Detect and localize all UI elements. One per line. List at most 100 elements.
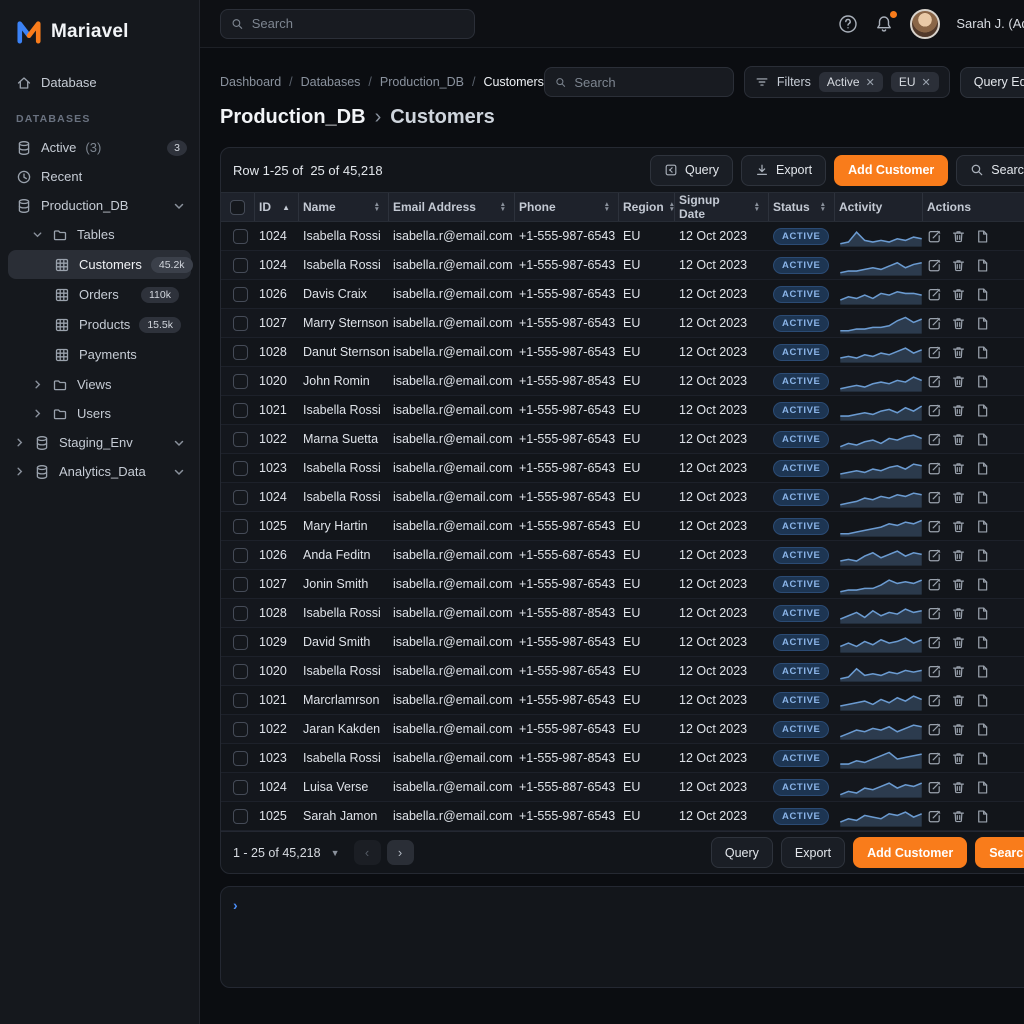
export-button[interactable]: Export [741, 155, 826, 186]
filter-chip-active[interactable]: Active ✕ [819, 72, 883, 92]
user-menu[interactable]: Sarah J. (Admin) [956, 16, 1024, 31]
delete-button[interactable] [951, 490, 966, 505]
delete-button[interactable] [951, 577, 966, 592]
edit-button[interactable] [927, 548, 942, 563]
table-row[interactable]: 1024 Isabella Rossi isabella.r@email.com… [221, 251, 1024, 280]
column-header-id[interactable]: ID ▲ [255, 193, 299, 221]
chevron-down-icon[interactable] [173, 200, 185, 212]
delete-button[interactable] [951, 403, 966, 418]
row-checkbox[interactable] [233, 751, 248, 766]
table-row[interactable]: 1024 Isabella Rossi isabella.r@email.com… [221, 483, 1024, 512]
edit-button[interactable] [927, 345, 942, 360]
page-search-input[interactable] [574, 75, 723, 90]
add-customer-button[interactable]: Add Customer [834, 155, 948, 186]
sidebar-item-users[interactable]: Users [0, 399, 199, 428]
query-button[interactable]: Query [650, 155, 733, 186]
document-button[interactable] [975, 287, 990, 302]
table-row[interactable]: 1029 David Smith isabella.r@email.com +1… [221, 628, 1024, 657]
edit-button[interactable] [927, 461, 942, 476]
edit-button[interactable] [927, 693, 942, 708]
row-checkbox[interactable] [233, 577, 248, 592]
global-search-input[interactable] [252, 16, 464, 31]
column-header-signup-date[interactable]: Signup Date ▲▼ [675, 193, 769, 221]
document-button[interactable] [975, 577, 990, 592]
delete-button[interactable] [951, 258, 966, 273]
table-row[interactable]: 1026 Anda Feditn isabella.r@email.com +1… [221, 541, 1024, 570]
row-checkbox[interactable] [233, 374, 248, 389]
page-size-dropdown[interactable]: ▼ [331, 848, 340, 858]
table-row[interactable]: 1023 Isabella Rossi isabella.r@email.com… [221, 744, 1024, 773]
row-checkbox[interactable] [233, 809, 248, 824]
document-button[interactable] [975, 635, 990, 650]
add-customer-button[interactable]: Add Customer [853, 837, 967, 868]
edit-button[interactable] [927, 432, 942, 447]
edit-button[interactable] [927, 229, 942, 244]
filter-chip-eu[interactable]: EU ✕ [891, 72, 939, 92]
select-all-checkbox[interactable] [230, 200, 245, 215]
global-search[interactable] [220, 9, 475, 39]
row-checkbox[interactable] [233, 519, 248, 534]
chevron-right-icon[interactable] [32, 408, 43, 419]
chevron-right-icon[interactable] [14, 437, 25, 448]
row-checkbox[interactable] [233, 664, 248, 679]
row-checkbox[interactable] [233, 345, 248, 360]
delete-button[interactable] [951, 432, 966, 447]
delete-button[interactable] [951, 751, 966, 766]
document-button[interactable] [975, 403, 990, 418]
document-button[interactable] [975, 490, 990, 505]
breadcrumb-databases[interactable]: Databases [301, 75, 361, 89]
sidebar-item-customers[interactable]: Customers 45.2k [8, 250, 191, 279]
row-checkbox[interactable] [233, 258, 248, 273]
delete-button[interactable] [951, 780, 966, 795]
sidebar-item-payments[interactable]: Payments [8, 340, 191, 369]
row-checkbox[interactable] [233, 316, 248, 331]
edit-button[interactable] [927, 751, 942, 766]
query-editor-button[interactable]: Query Editor [960, 67, 1024, 98]
sidebar-item-views[interactable]: Views [0, 370, 199, 399]
document-button[interactable] [975, 664, 990, 679]
console-prompt-chevron[interactable]: › [233, 897, 238, 913]
edit-button[interactable] [927, 316, 942, 331]
table-row[interactable]: 1025 Sarah Jamon isabella.r@email.com +1… [221, 802, 1024, 831]
user-avatar[interactable] [910, 9, 940, 39]
document-button[interactable] [975, 751, 990, 766]
edit-button[interactable] [927, 577, 942, 592]
table-row[interactable]: 1024 Luisa Verse isabella.r@email.com +1… [221, 773, 1024, 802]
chevron-right-icon[interactable] [32, 379, 43, 390]
next-page-button[interactable]: › [387, 840, 414, 865]
table-row[interactable]: 1021 Marcrlamrson isabella.r@email.com +… [221, 686, 1024, 715]
delete-button[interactable] [951, 345, 966, 360]
table-row[interactable]: 1021 Isabella Rossi isabella.r@email.com… [221, 396, 1024, 425]
column-header-phone[interactable]: Phone ▲▼ [515, 193, 619, 221]
table-row[interactable]: 1024 Isabella Rossi isabella.r@email.com… [221, 222, 1024, 251]
row-checkbox[interactable] [233, 722, 248, 737]
row-checkbox[interactable] [233, 780, 248, 795]
row-checkbox[interactable] [233, 432, 248, 447]
table-row[interactable]: 1020 Isabella Rossi isabella.r@email.com… [221, 657, 1024, 686]
document-button[interactable] [975, 432, 990, 447]
row-checkbox[interactable] [233, 287, 248, 302]
table-row[interactable]: 1027 Jonin Smith isabella.r@email.com +1… [221, 570, 1024, 599]
document-button[interactable] [975, 548, 990, 563]
table-row[interactable]: 1022 Jaran Kakden isabella.r@email.com +… [221, 715, 1024, 744]
delete-button[interactable] [951, 519, 966, 534]
remove-filter-icon[interactable]: ✕ [866, 76, 875, 89]
page-search[interactable] [544, 67, 734, 97]
row-checkbox[interactable] [233, 606, 248, 621]
sidebar-item-active[interactable]: Active (3) 3 [0, 133, 199, 162]
sidebar-item-database[interactable]: Database [0, 68, 199, 97]
prev-page-button[interactable]: ‹ [354, 840, 381, 865]
delete-button[interactable] [951, 287, 966, 302]
document-button[interactable] [975, 374, 990, 389]
document-button[interactable] [975, 229, 990, 244]
column-header-status[interactable]: Status ▲▼ [769, 193, 835, 221]
search-button[interactable]: Search [956, 155, 1024, 186]
row-checkbox[interactable] [233, 635, 248, 650]
document-button[interactable] [975, 316, 990, 331]
row-checkbox[interactable] [233, 229, 248, 244]
breadcrumb-dashboard[interactable]: Dashboard [220, 75, 281, 89]
document-button[interactable] [975, 258, 990, 273]
chevron-right-icon[interactable] [14, 466, 25, 477]
row-checkbox[interactable] [233, 461, 248, 476]
chevron-down-icon[interactable] [32, 229, 43, 240]
